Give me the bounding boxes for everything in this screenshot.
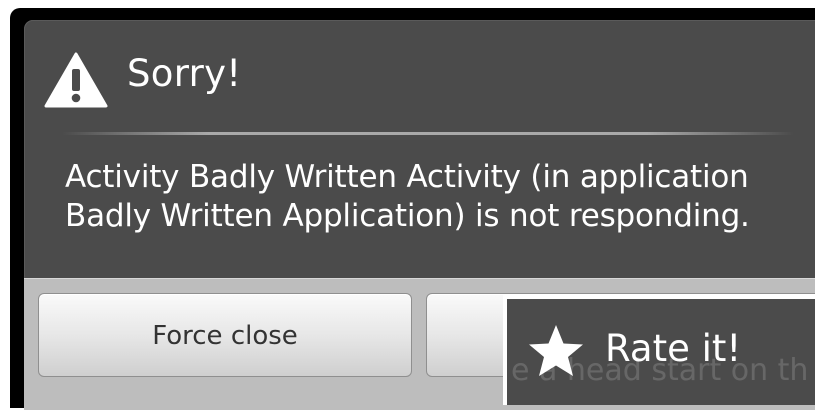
title-divider — [62, 132, 794, 135]
dialog-message: Activity Badly Written Activity (in appl… — [65, 159, 750, 234]
popup-title: Rate it! — [605, 327, 742, 370]
force-close-button[interactable]: Force close — [38, 293, 412, 377]
star-icon — [529, 325, 583, 376]
dialog-title-row: Sorry! — [24, 20, 815, 136]
warning-icon — [44, 52, 108, 108]
rate-it-popup: e a head start on th Rate it! — [503, 295, 815, 405]
dialog-title: Sorry! — [127, 52, 242, 95]
